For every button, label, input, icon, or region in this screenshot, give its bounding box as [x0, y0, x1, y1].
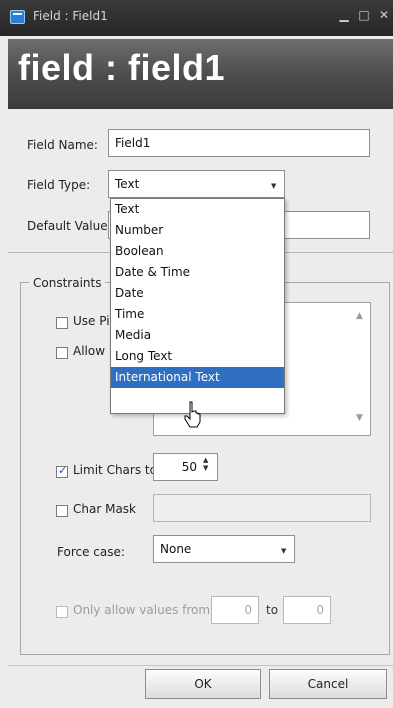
dropdown-option-highlighted[interactable]: International Text [111, 367, 284, 388]
ok-button[interactable]: OK [145, 669, 261, 699]
page-title: field : field1 [18, 47, 226, 88]
force-case-select[interactable]: None [153, 535, 295, 563]
divider [8, 665, 393, 666]
field-type-label: Field Type: [27, 178, 91, 192]
field-type-dropdown-list: Text Number Boolean Date & Time Date Tim… [110, 198, 285, 414]
char-mask-input[interactable] [153, 494, 371, 522]
constraints-legend: Constraints [29, 276, 106, 290]
default-value-label: Default Value: [27, 219, 112, 233]
close-icon: ✕ [378, 8, 390, 22]
minimize-button[interactable]: ▁ [336, 5, 352, 25]
dropdown-option[interactable]: Time [111, 304, 284, 325]
use-picklist-checkbox[interactable] [56, 317, 68, 329]
stepper-arrows-icon[interactable]: ▲ ▼ [203, 456, 208, 472]
maximize-button[interactable]: □ [356, 5, 372, 25]
allow-edit-checkbox[interactable] [56, 347, 68, 359]
close-button[interactable]: ✕ [376, 5, 392, 25]
force-case-label: Force case: [57, 545, 125, 559]
maximize-icon: □ [358, 8, 370, 22]
window-titlebar: Field : Field1 ▁ □ ✕ [0, 0, 393, 36]
header-banner: field : field1 [8, 39, 393, 109]
char-mask-checkbox[interactable] [56, 505, 68, 517]
scroll-down-icon[interactable]: ▼ [356, 413, 363, 423]
dropdown-option[interactable]: Boolean [111, 241, 284, 262]
dropdown-option[interactable]: Number [111, 220, 284, 241]
dropdown-option[interactable]: Date [111, 283, 284, 304]
field-type-select[interactable]: Text [108, 170, 285, 198]
chevron-down-icon[interactable]: ▼ [281, 547, 286, 555]
scroll-up-icon[interactable]: ▲ [356, 311, 363, 321]
dropdown-option[interactable]: Media [111, 325, 284, 346]
window-title: Field : Field1 [33, 9, 108, 23]
range-from-input[interactable]: 0 [211, 596, 259, 624]
range-to-input[interactable]: 0 [283, 596, 331, 624]
range-to-label: to [266, 603, 279, 617]
app-icon [10, 10, 25, 24]
limit-chars-label: Limit Chars to [73, 463, 157, 477]
only-allow-values-label: Only allow values from: [73, 603, 215, 617]
limit-chars-checkbox[interactable] [56, 464, 68, 478]
chevron-down-icon[interactable]: ▼ [271, 182, 276, 190]
dropdown-option[interactable]: Long Text [111, 346, 284, 367]
cancel-button[interactable]: Cancel [269, 669, 387, 699]
field-name-input[interactable]: Field1 [108, 129, 370, 157]
pointer-cursor-icon [183, 401, 203, 432]
only-allow-values-checkbox[interactable] [56, 606, 68, 618]
field-name-label: Field Name: [27, 138, 98, 152]
char-mask-label: Char Mask [73, 502, 136, 516]
dropdown-option[interactable]: Date & Time [111, 262, 284, 283]
minimize-icon: ▁ [339, 8, 349, 22]
dropdown-option[interactable]: Text [111, 199, 284, 220]
